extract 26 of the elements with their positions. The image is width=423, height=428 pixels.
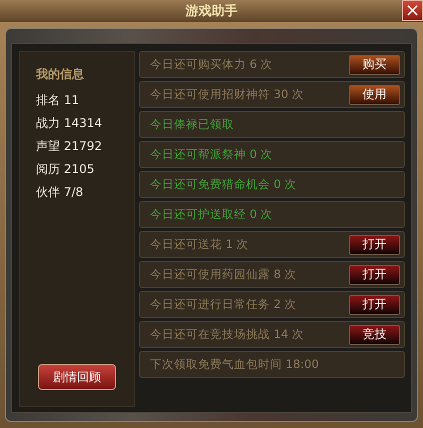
task-text: 今日还可购买体力 6 次 bbox=[150, 57, 274, 72]
task-text: 今日还可使用招财神符 30 次 bbox=[150, 87, 305, 102]
story-recap-button[interactable]: 剧情回顾 bbox=[38, 364, 116, 390]
stat-text: 战力 14314 bbox=[36, 116, 102, 130]
task-button[interactable]: 打开 bbox=[349, 234, 400, 254]
stat-text: 排名 11 bbox=[36, 93, 80, 107]
task-button[interactable]: 打开 bbox=[349, 294, 400, 314]
stat-text: 声望 21792 bbox=[36, 139, 102, 153]
task-text: 今日还可帮派祭神 0 次 bbox=[150, 147, 274, 162]
task-button[interactable]: 使用 bbox=[349, 84, 400, 104]
window-title: 游戏助手 bbox=[186, 2, 238, 20]
stat-text: 阅历 2105 bbox=[36, 162, 94, 176]
close-button[interactable]: × bbox=[402, 0, 423, 21]
task-text: 今日还可护送取经 0 次 bbox=[150, 207, 274, 222]
info-heading: 我的信息 bbox=[36, 66, 85, 83]
task-text: 今日还可进行日常任务 2 次 bbox=[150, 297, 298, 312]
task-text: 下次领取免费气血包时间 18:00 bbox=[150, 357, 320, 372]
task-text: 今日俸禄已领取 bbox=[150, 117, 235, 132]
task-button[interactable]: 购买 bbox=[349, 54, 400, 74]
task-text: 今日还可在竞技场挑战 14 次 bbox=[150, 327, 305, 342]
task-text: 今日还可送花 1 次 bbox=[150, 237, 250, 252]
stat-text: 伙伴 7/8 bbox=[36, 185, 84, 199]
task-text: 今日还可使用药园仙露 8 次 bbox=[150, 267, 298, 282]
task-button[interactable]: 打开 bbox=[349, 264, 400, 284]
task-text: 今日还可免费猎命机会 0 次 bbox=[150, 177, 298, 192]
task-button[interactable]: 竞技 bbox=[349, 324, 400, 344]
